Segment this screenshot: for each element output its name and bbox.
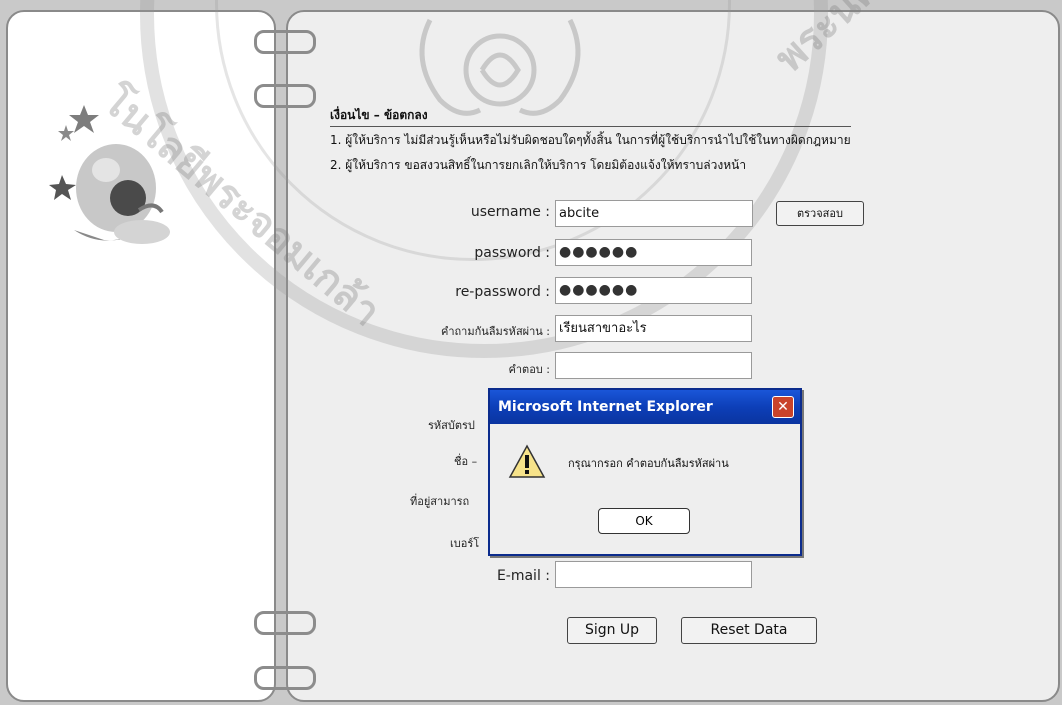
close-icon[interactable]: ✕ xyxy=(772,396,794,418)
dialog-titlebar[interactable]: Microsoft Internet Explorer ✕ xyxy=(490,390,800,424)
username-label: username : xyxy=(470,204,550,220)
check-username-button[interactable]: ตรวจสอบ xyxy=(776,201,864,226)
terms-line-2: 2. ผู้ให้บริการ ขอสงวนสิทธิ์ในการยกเลิกใ… xyxy=(330,158,747,172)
username-input[interactable]: abcite xyxy=(555,200,753,227)
binder-ring xyxy=(254,30,316,54)
full-name-label: ชื่อ – xyxy=(454,455,478,468)
mascot-character-icon xyxy=(49,105,170,244)
sign-up-button[interactable]: Sign Up xyxy=(567,617,657,644)
repassword-input[interactable]: ●●●●●● xyxy=(555,277,752,304)
dialog-title: Microsoft Internet Explorer xyxy=(498,399,713,415)
terms-title: เงื่อนไข – ข้อตกลง xyxy=(330,106,851,127)
warning-icon xyxy=(508,444,546,478)
dialog-message: กรุณากรอก คำตอบกันลืมรหัสผ่าน xyxy=(568,457,729,470)
security-question-label: คำถามกันลืมรหัสผ่าน : xyxy=(440,325,550,338)
terms-section: เงื่อนไข – ข้อตกลง 1. ผู้ให้บริการ ไม่มี… xyxy=(330,106,851,175)
security-question-input[interactable]: เรียนสาขาอะไร xyxy=(555,315,752,342)
email-label: E-mail : xyxy=(496,568,550,584)
binder-ring xyxy=(254,84,316,108)
password-label: password : xyxy=(474,245,550,261)
email-input[interactable] xyxy=(555,561,752,588)
alert-dialog: Microsoft Internet Explorer ✕ กรุณากรอก … xyxy=(488,388,802,556)
password-input[interactable]: ●●●●●● xyxy=(555,239,752,266)
binder-ring xyxy=(254,611,316,635)
id-card-label: รหัสบัตรป xyxy=(428,419,475,432)
repassword-label: re-password : xyxy=(455,284,550,300)
phone-label: เบอร์โ xyxy=(450,537,480,550)
ok-button[interactable]: OK xyxy=(598,508,690,534)
answer-label: คำตอบ : xyxy=(508,363,550,376)
reset-data-button[interactable]: Reset Data xyxy=(681,617,817,644)
binder-ring xyxy=(254,666,316,690)
answer-input[interactable] xyxy=(555,352,752,379)
terms-line-1: 1. ผู้ให้บริการ ไม่มีส่วนรู้เห็นหรือไม่ร… xyxy=(330,133,851,147)
address-label: ที่อยู่สามารถ xyxy=(410,495,470,508)
